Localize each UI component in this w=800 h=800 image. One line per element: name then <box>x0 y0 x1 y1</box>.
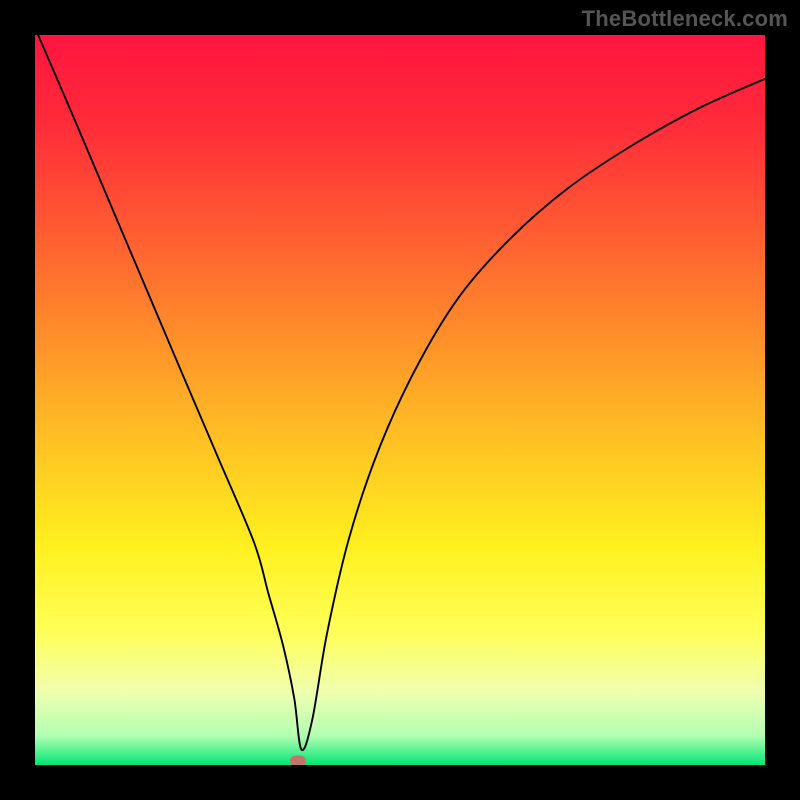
chart-container: TheBottleneck.com <box>0 0 800 800</box>
chart-svg <box>35 35 765 765</box>
min-marker <box>290 756 306 765</box>
watermark-text: TheBottleneck.com <box>582 6 788 32</box>
plot-area <box>35 35 765 765</box>
